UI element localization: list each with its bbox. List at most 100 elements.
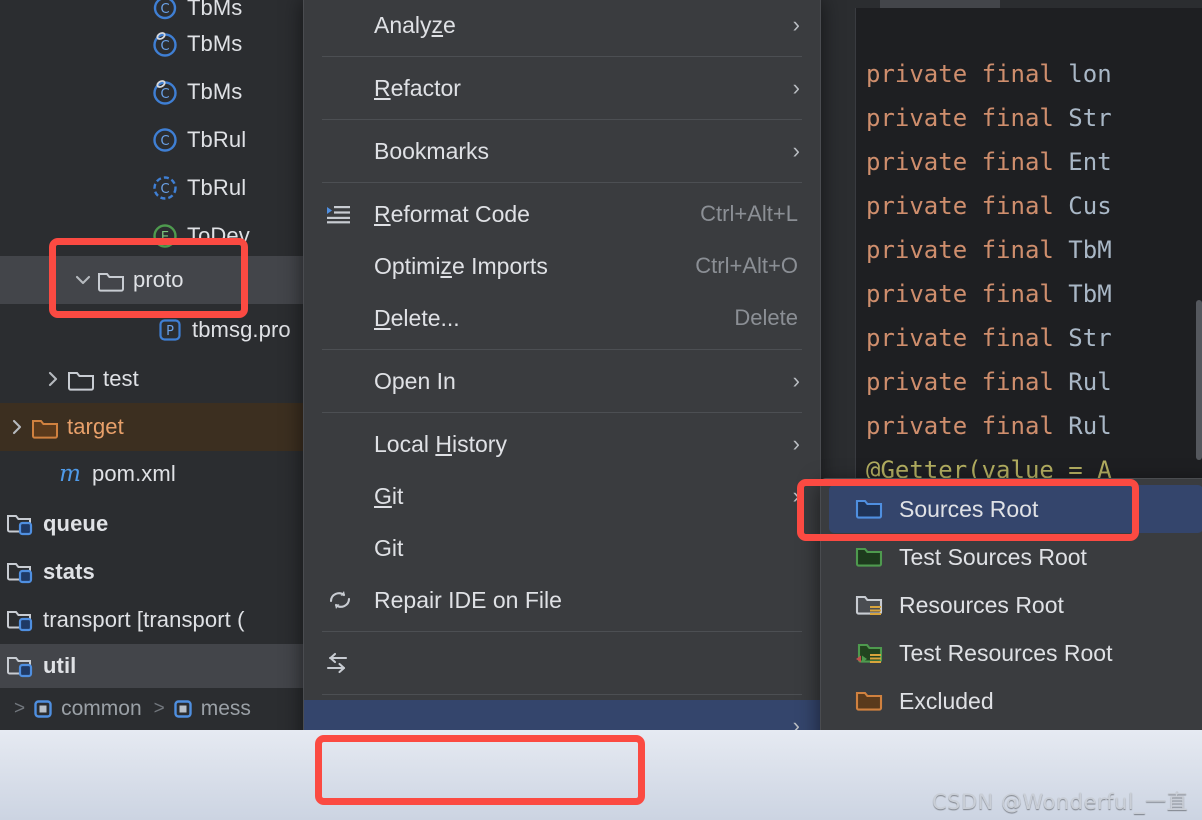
tree-item-stats[interactable]: stats [0,548,310,596]
svg-text:m: m [59,461,81,487]
menu-item-compare-with[interactable] [304,637,820,689]
chevron-right-icon[interactable] [40,369,66,389]
breadcrumb[interactable]: > common > mess [0,688,310,730]
module-icon [6,607,36,633]
tree-item-enum[interactable]: E ToDev [0,212,310,260]
menu-item-reformat-code[interactable]: Reformat Code Ctrl+Alt+L [304,188,820,240]
code-type: Ent [1053,148,1112,176]
tree-item-label: stats [43,559,95,584]
breadcrumb-item-common[interactable]: common [33,697,142,721]
tree-item-test[interactable]: test [0,355,310,403]
submenu-item-excluded[interactable]: Excluded [829,677,1202,725]
tree-item-queue[interactable]: queue [0,500,310,548]
menu-item-delete[interactable]: Delete... Delete [304,292,820,344]
menu-separator [322,119,802,120]
enum-icon: E [150,223,180,249]
tree-item-class-1[interactable]: C TbMs [0,20,310,68]
svg-text:C: C [160,87,169,102]
folder-icon [66,366,96,392]
submenu-item-test-resources-root[interactable]: Test Resources Root [829,629,1202,677]
code-keyword: private final [866,368,1054,396]
module-icon [6,653,36,679]
submenu-item-test-sources-root[interactable]: Test Sources Root [829,533,1202,581]
tree-item-util[interactable]: util [0,644,310,688]
compare-icon [326,651,374,675]
screenshot-root: private final lon private final Str priv… [0,0,1202,820]
tree-item-label: queue [43,511,109,536]
tree-item-label: TbMs [187,31,243,56]
submenu-item-resources-root[interactable]: Resources Root [829,581,1202,629]
svg-text:C: C [160,134,169,149]
module-icon [6,511,36,537]
folder-icon [96,267,126,293]
tree-item-proto[interactable]: proto [0,256,310,304]
tree-item-pom-xml[interactable]: m pom.xml [0,450,310,498]
menu-item-repair-ide-on-file[interactable]: Git [304,522,820,574]
menu-item-open-in[interactable]: Open In › [304,355,820,407]
module-square-icon [173,699,193,719]
menu-item-accelerator: Delete [734,305,798,330]
editor-tab-indicator [880,0,1000,8]
code-keyword: private final [866,412,1054,440]
code-keyword: private final [866,148,1054,176]
folder-sources-icon [855,496,899,522]
submenu-item-sources-root[interactable]: Sources Root [829,485,1202,533]
code-line: private final lon [866,60,1112,88]
class-abstract-icon: C [150,31,180,57]
code-type: Str [1053,324,1112,352]
code-keyword: private final [866,104,1054,132]
chevron-right-icon[interactable] [4,417,30,437]
menu-item-local-history[interactable]: Local History › [304,418,820,470]
folder-test-sources-icon [855,544,899,570]
menu-item-reload-from-disk[interactable]: Repair IDE on File [304,574,820,626]
tree-item-interface[interactable]: C TbRul [0,164,310,212]
folder-test-resources-icon [855,640,899,666]
menu-item-label: Open In [374,367,456,394]
menu-item-git[interactable]: Git › [304,470,820,522]
breadcrumb-label: mess [200,697,251,720]
tree-item-class-3[interactable]: C TbRul [0,116,310,164]
breadcrumb-leading-chevron: > [14,698,26,719]
interface-icon: C [150,175,180,201]
code-keyword: private final [866,280,1054,308]
svg-text:C: C [160,39,169,54]
tree-item-label: tbmsg.pro [192,317,291,342]
chevron-right-icon: › [792,368,800,393]
menu-item-label: Optimize Imports [374,252,548,279]
menu-separator [322,694,802,695]
tree-item-label: transport [transport ( [43,607,245,632]
context-menu[interactable]: Analyze › Refactor › Bookmarks › Reforma… [303,0,821,812]
project-tree-panel[interactable]: C TbMs C TbMs C TbMs C TbRul C TbRul E T… [0,0,310,730]
menu-item-refactor[interactable]: Refactor › [304,62,820,114]
menu-item-optimize-imports[interactable]: Optimize Imports Ctrl+Alt+O [304,240,820,292]
tree-item-label: ToDev [187,223,250,248]
svg-text:C: C [160,2,169,17]
code-line: private final Rul [866,368,1112,396]
reformat-code-icon [326,203,374,225]
breadcrumb-item-mess[interactable]: mess [173,697,251,721]
code-type: Str [1053,104,1112,132]
tree-item-tbmsg-proto[interactable]: P tbmsg.pro [0,306,310,354]
class-icon: C [150,127,180,153]
tree-item-label: TbRul [187,175,247,200]
tree-item-transport[interactable]: transport [transport ( [0,596,310,644]
tree-item-target[interactable]: target [0,403,310,451]
code-keyword: private final [866,60,1054,88]
chevron-right-icon: › [792,138,800,163]
svg-text:C: C [160,182,169,197]
editor-scrollbar-thumb[interactable] [1196,300,1202,460]
folder-excluded-icon [30,414,60,440]
code-keyword: private final [866,192,1054,220]
class-abstract-icon: C [150,79,180,105]
menu-separator [322,349,802,350]
module-square-icon [33,699,53,719]
menu-item-analyze[interactable]: Analyze › [304,0,820,51]
tree-item-class-2[interactable]: C TbMs [0,68,310,116]
code-keyword: private final [866,324,1054,352]
menu-item-label: Git [374,534,404,561]
menu-item-bookmarks[interactable]: Bookmarks › [304,125,820,177]
chevron-down-icon[interactable] [70,270,96,290]
folder-excluded-icon [855,688,899,714]
menu-item-label: Delete... [374,304,460,331]
menu-item-label: Reformat Code [374,200,530,227]
